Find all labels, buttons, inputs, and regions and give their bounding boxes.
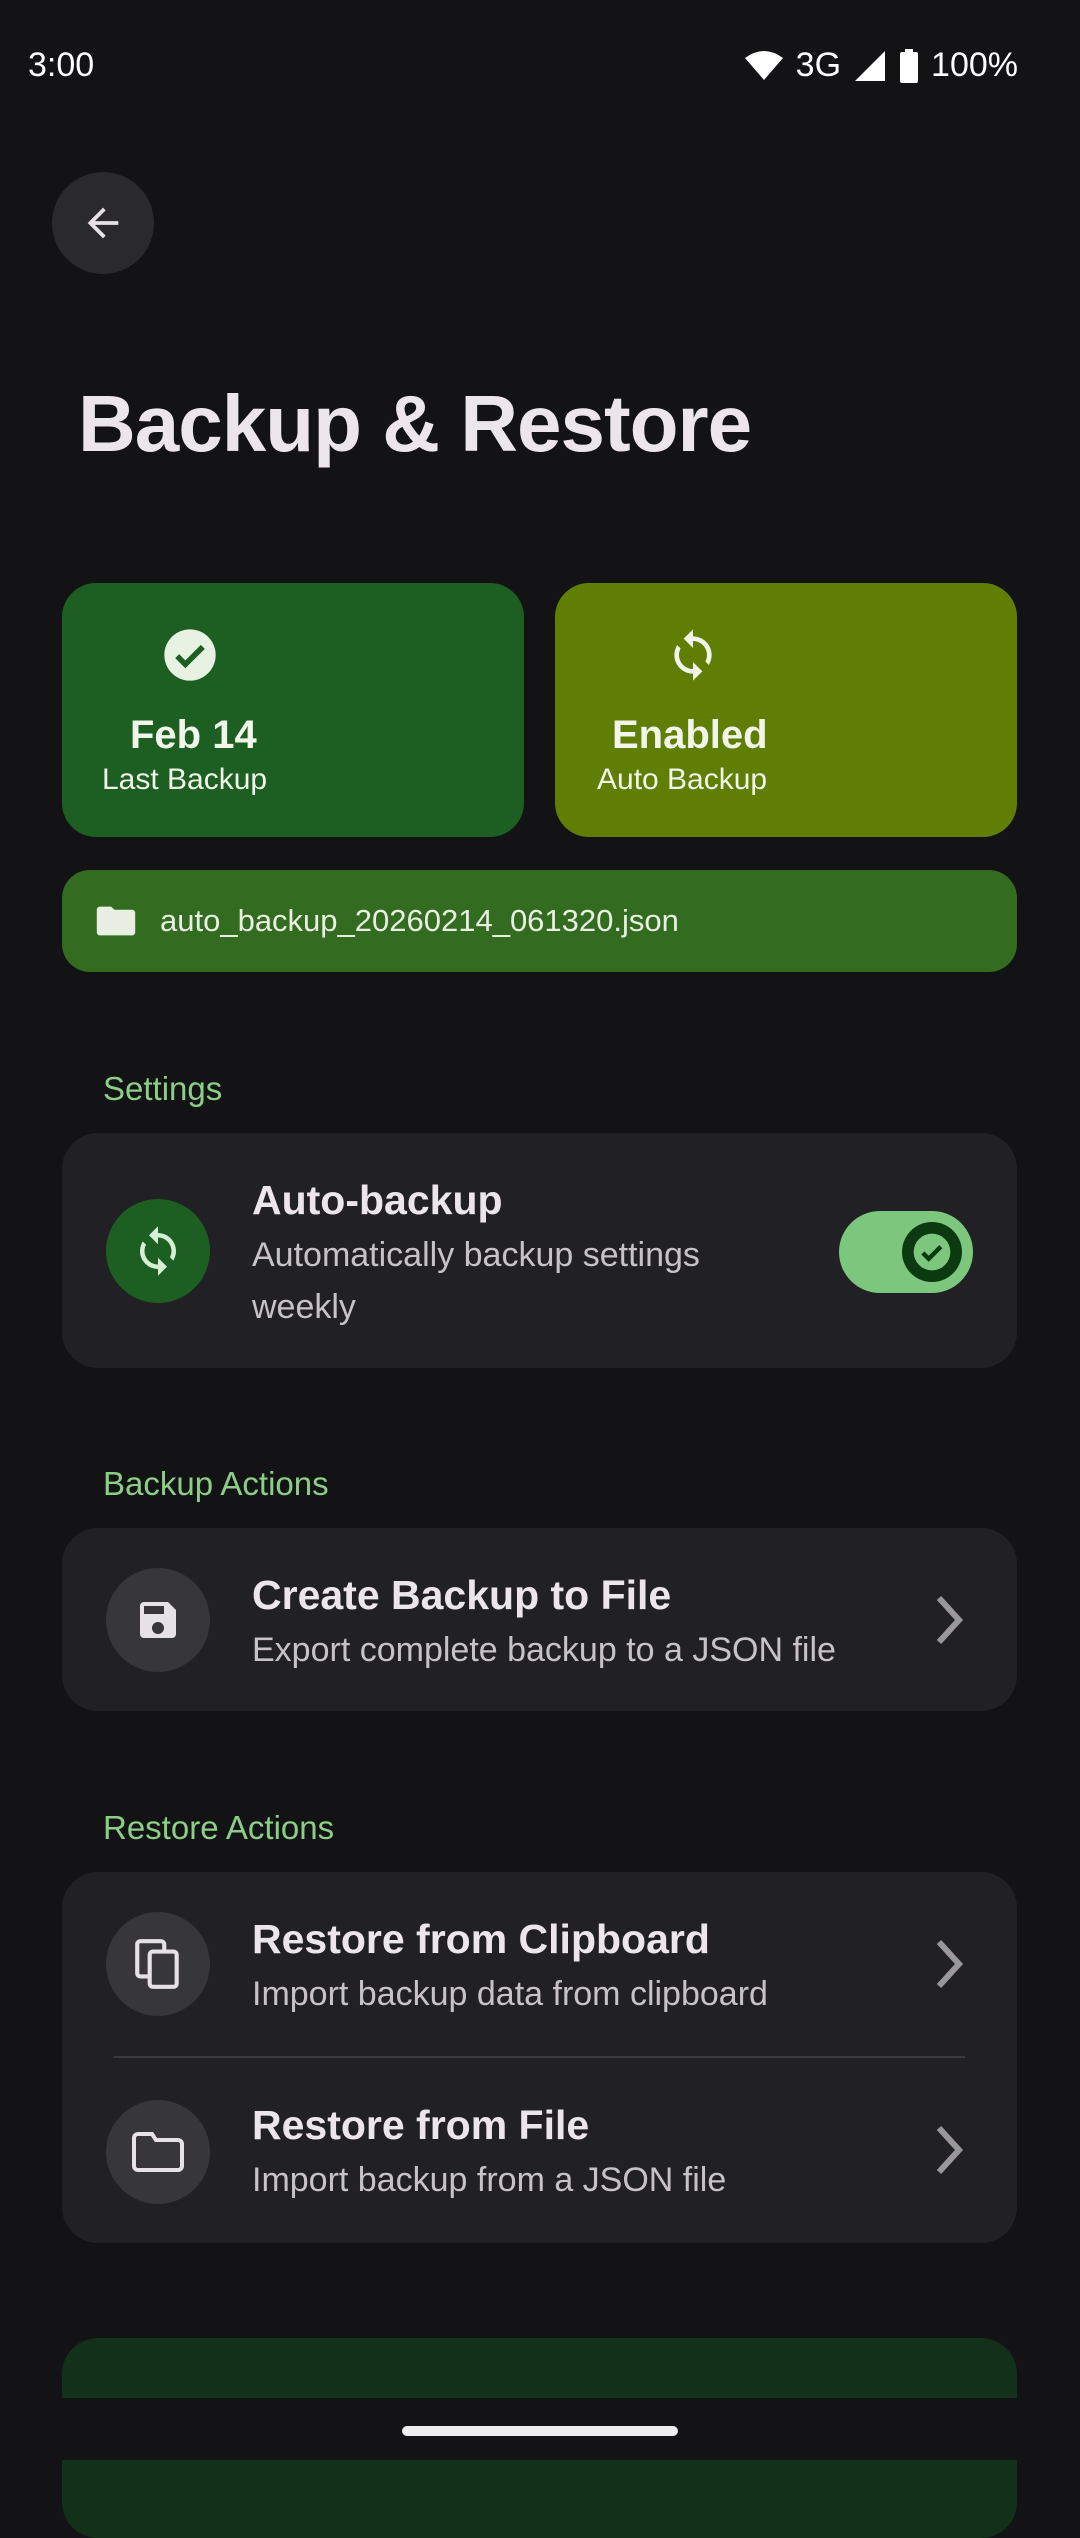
- last-backup-value: Feb 14: [130, 713, 257, 757]
- sync-icon: [674, 629, 712, 681]
- last-backup-label: Last Backup: [102, 763, 268, 796]
- battery-icon: [900, 48, 919, 83]
- check-circle-icon: [913, 1233, 951, 1271]
- toggle-knob: [902, 1222, 962, 1282]
- arrow-back-icon: [87, 207, 119, 239]
- save-icon: [140, 1602, 176, 1638]
- network-type: 3G: [795, 46, 842, 84]
- chevron-right-icon: [936, 1595, 964, 1645]
- auto-backup-value: Enabled: [612, 713, 768, 757]
- auto-backup-toggle[interactable]: [839, 1211, 973, 1293]
- chevron-right-icon: [936, 1939, 964, 1989]
- backup-file-name: auto_backup_20260214_061320.json: [160, 903, 679, 938]
- settings-panel: Auto-backup Automatically backup setting…: [62, 1133, 1017, 1368]
- page-title: Backup & Restore: [78, 379, 752, 468]
- create-backup-subtitle: Export complete backup to a JSON file: [252, 1631, 836, 1669]
- last-backup-card: Feb 14 Last Backup: [62, 583, 524, 837]
- restore-file-subtitle: Import backup from a JSON file: [252, 2161, 727, 2199]
- restore-file-row[interactable]: Restore from File Import backup from a J…: [62, 2058, 1017, 2243]
- restore-actions-panel: Restore from Clipboard Import backup dat…: [62, 1872, 1017, 2243]
- home-indicator[interactable]: [402, 2426, 678, 2436]
- wifi-icon: [744, 50, 783, 80]
- folder-icon: [96, 906, 136, 936]
- folder-outline-icon: [132, 2132, 184, 2172]
- restore-clipboard-icon-wrap: [106, 1912, 210, 2016]
- backup-file-bar[interactable]: auto_backup_20260214_061320.json: [62, 870, 1017, 972]
- settings-section-label: Settings: [103, 1070, 223, 1107]
- restore-clipboard-subtitle: Import backup data from clipboard: [252, 1975, 768, 2013]
- auto-backup-row-icon: [106, 1199, 210, 1303]
- sync-icon: [140, 1226, 176, 1276]
- backup-actions-panel: Create Backup to File Export complete ba…: [62, 1528, 1017, 1711]
- create-backup-row[interactable]: Create Backup to File Export complete ba…: [62, 1528, 1017, 1711]
- back-button[interactable]: [52, 172, 154, 274]
- auto-backup-subtitle-line2: weekly: [252, 1288, 356, 1326]
- restore-clipboard-row[interactable]: Restore from Clipboard Import backup dat…: [62, 1872, 1017, 2056]
- restore-clipboard-title: Restore from Clipboard: [252, 1916, 710, 1962]
- auto-backup-label: Auto Backup: [597, 763, 768, 796]
- chevron-right-icon: [936, 2125, 964, 2175]
- auto-backup-subtitle-line1: Automatically backup settings: [252, 1236, 700, 1274]
- auto-backup-card: Enabled Auto Backup: [555, 583, 1017, 837]
- restore-actions-section-label: Restore Actions: [103, 1809, 335, 1846]
- auto-backup-title: Auto-backup: [252, 1177, 503, 1223]
- backup-actions-section-label: Backup Actions: [103, 1465, 329, 1502]
- check-circle-icon: [164, 629, 216, 681]
- restore-file-title: Restore from File: [252, 2102, 590, 2148]
- create-backup-icon-wrap: [106, 1568, 210, 1672]
- create-backup-title: Create Backup to File: [252, 1572, 672, 1618]
- battery-percent: 100%: [931, 46, 1018, 84]
- restore-file-icon-wrap: [106, 2100, 210, 2204]
- status-icons: 3G 100%: [744, 46, 1018, 85]
- copy-icon: [135, 1939, 179, 1989]
- auto-backup-subtitle: Automatically backup settings weekly: [252, 1229, 700, 1333]
- status-time: 3:00: [28, 46, 95, 84]
- signal-icon: [855, 50, 886, 81]
